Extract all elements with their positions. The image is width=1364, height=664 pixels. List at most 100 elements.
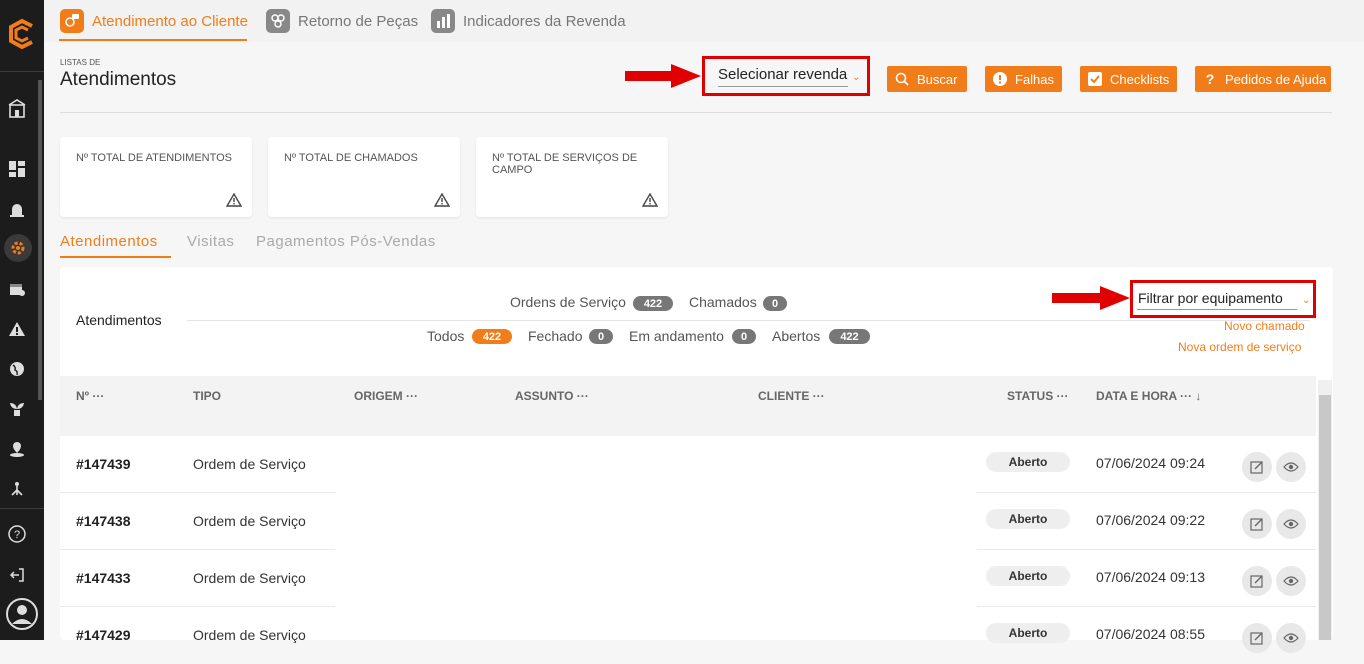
tab-retorno-de-pecas[interactable]: Retorno de Peças xyxy=(266,8,418,34)
header-caption: LISTAS DE xyxy=(60,58,101,67)
row-tipo: Ordem de Serviço xyxy=(193,456,306,472)
dashboard-icon[interactable] xyxy=(8,160,26,178)
chevron-down-icon[interactable]: ⌄ xyxy=(1302,295,1310,306)
logout-icon[interactable] xyxy=(8,566,26,584)
subtab-atendimentos[interactable]: Atendimentos xyxy=(60,233,158,250)
building-icon[interactable] xyxy=(8,99,26,118)
chevron-down-icon[interactable]: ⌄ xyxy=(852,72,860,83)
row-date: 07/06/2024 09:13 xyxy=(1096,569,1205,585)
alert-circle-icon xyxy=(993,72,1007,86)
stat-card-label: Nº TOTAL DE CHAMADOS xyxy=(284,152,418,164)
alarm-icon[interactable] xyxy=(8,200,26,218)
column-header-cliente[interactable]: CLIENTE ··· xyxy=(758,389,825,403)
warning-icon xyxy=(641,192,659,207)
column-header-assunto[interactable]: ASSUNTO ··· xyxy=(515,389,589,403)
row-number: #147433 xyxy=(76,570,131,586)
brand-logo-icon[interactable] xyxy=(6,18,38,50)
count-badge: 0 xyxy=(732,329,756,344)
edit-icon[interactable] xyxy=(1242,623,1272,653)
tab-label: Indicadores da Revenda xyxy=(463,12,626,30)
edit-icon[interactable] xyxy=(1242,566,1272,596)
view-eye-icon[interactable] xyxy=(1276,452,1306,482)
falhas-button[interactable]: Falhas xyxy=(985,66,1062,92)
edit-icon[interactable] xyxy=(1242,509,1272,539)
row-number: #147438 xyxy=(76,513,131,529)
buscar-label: Buscar xyxy=(917,71,958,87)
globe-icon[interactable] xyxy=(8,360,26,378)
filter-em-andamento[interactable]: Em andamento xyxy=(629,328,724,344)
tab-label: Retorno de Peças xyxy=(298,12,419,30)
view-eye-icon[interactable] xyxy=(1276,509,1306,539)
calendar-icon[interactable] xyxy=(8,280,26,298)
row-date: 07/06/2024 09:24 xyxy=(1096,455,1205,471)
scrollbar-thumb[interactable] xyxy=(1319,395,1331,640)
novo-chamado-link[interactable]: Novo chamado xyxy=(1224,319,1305,333)
page-title: Atendimentos xyxy=(60,69,177,90)
warning-icon xyxy=(433,192,451,207)
warning-icon[interactable] xyxy=(8,320,26,338)
sidebar: ? xyxy=(0,0,44,640)
column-header-status[interactable]: STATUS ··· xyxy=(1007,389,1069,403)
row-tipo: Ordem de Serviço xyxy=(193,627,306,643)
support-gear-icon[interactable] xyxy=(4,234,32,262)
annotation-arrow-icon xyxy=(1052,286,1130,315)
table-header xyxy=(60,376,1316,436)
stat-card-servicos-de-campo: Nº TOTAL DE SERVIÇOS DE CAMPO xyxy=(476,137,668,217)
count-badge: 422 xyxy=(472,329,512,344)
status-badge: Aberto xyxy=(986,623,1070,643)
equipamento-filter-select[interactable]: Filtrar por equipamento xyxy=(1138,290,1283,306)
row-tipo: Ordem de Serviço xyxy=(193,513,306,529)
search-icon xyxy=(895,72,909,86)
revenda-select[interactable]: Selecionar revenda xyxy=(718,66,847,83)
help-icon[interactable]: ? xyxy=(8,525,26,543)
count-badge: 0 xyxy=(589,329,613,344)
divider xyxy=(60,112,1332,113)
plant-icon[interactable] xyxy=(8,400,26,418)
table-row[interactable]: #147438 Ordem de Serviço Aberto 07/06/20… xyxy=(60,493,1316,550)
filter-ordens-de-servico[interactable]: Ordens de Serviço xyxy=(510,294,626,310)
checklists-label: Checklists xyxy=(1110,71,1170,87)
tab-atendimento-ao-cliente[interactable]: Atendimento ao Cliente xyxy=(60,8,248,34)
row-number: #147429 xyxy=(76,627,131,643)
pedidos-de-ajuda-button[interactable]: ? Pedidos de Ajuda xyxy=(1195,66,1331,92)
stat-card-chamados: Nº TOTAL DE CHAMADOS xyxy=(268,137,460,217)
table-row[interactable]: #147439 Ordem de Serviço Aberto 07/06/20… xyxy=(60,436,1316,493)
column-header-no[interactable]: Nº ··· xyxy=(76,389,104,403)
edit-icon[interactable] xyxy=(1242,452,1272,482)
parts-icon xyxy=(266,9,290,33)
row-number: #147439 xyxy=(76,456,131,472)
active-subtab-indicator xyxy=(60,256,171,258)
filter-todos[interactable]: Todos xyxy=(427,328,464,344)
buscar-button[interactable]: Buscar xyxy=(887,66,967,92)
table-row[interactable]: #147433 Ordem de Serviço Aberto 07/06/20… xyxy=(60,550,1316,607)
status-badge: Aberto xyxy=(986,509,1070,529)
filter-fechado[interactable]: Fechado xyxy=(528,328,582,344)
bar-chart-icon xyxy=(431,9,455,33)
warning-icon xyxy=(225,192,243,207)
map-pin-icon[interactable] xyxy=(8,440,26,458)
filter-chamados[interactable]: Chamados xyxy=(689,294,757,310)
hierarchy-icon[interactable] xyxy=(8,480,26,498)
view-eye-icon[interactable] xyxy=(1276,623,1306,653)
count-badge: 422 xyxy=(829,329,870,344)
tab-indicadores-da-revenda[interactable]: Indicadores da Revenda xyxy=(431,8,626,34)
column-header-tipo[interactable]: TIPO xyxy=(193,389,221,403)
filter-divider xyxy=(187,320,1310,321)
filter-abertos[interactable]: Abertos xyxy=(772,328,820,344)
view-eye-icon[interactable] xyxy=(1276,566,1306,596)
table-row[interactable]: #147429 Ordem de Serviço Aberto 07/06/20… xyxy=(60,607,1316,664)
subtab-pagamentos-pos-vendas[interactable]: Pagamentos Pós-Vendas xyxy=(256,233,436,250)
checkbox-icon xyxy=(1088,72,1102,86)
nova-ordem-de-servico-link[interactable]: Nova ordem de serviço xyxy=(1178,340,1301,354)
column-header-origem[interactable]: ORIGEM ··· xyxy=(354,389,418,403)
subtab-visitas[interactable]: Visitas xyxy=(187,233,234,250)
falhas-label: Falhas xyxy=(1015,71,1055,87)
stat-card-atendimentos: Nº TOTAL DE ATENDIMENTOS xyxy=(60,137,252,217)
checklists-button[interactable]: Checklists xyxy=(1080,66,1177,92)
status-badge: Aberto xyxy=(986,566,1070,586)
user-avatar-icon[interactable] xyxy=(6,598,38,630)
tab-label: Atendimento ao Cliente xyxy=(92,12,248,30)
column-header-data-e-hora[interactable]: DATA E HORA ··· ↓ xyxy=(1096,389,1201,403)
question-icon: ? xyxy=(1205,71,1215,87)
support-agent-icon xyxy=(60,9,84,33)
